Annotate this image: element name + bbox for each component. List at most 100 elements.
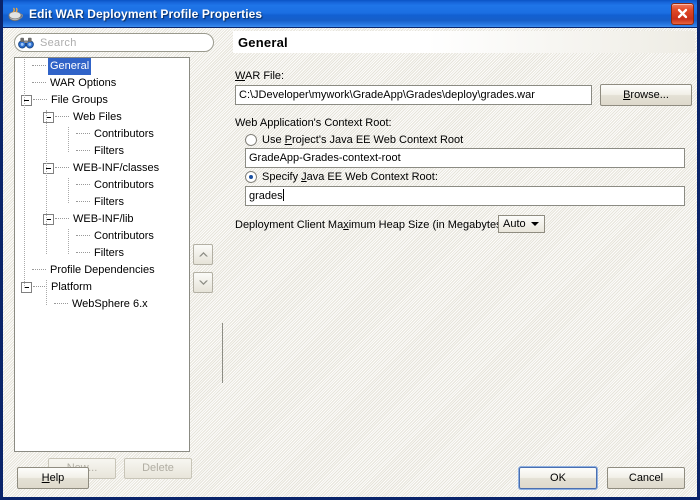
tree-item-platform[interactable]: Platform (15, 279, 189, 296)
project-context-root-input: GradeApp-Grades-context-root (245, 148, 685, 168)
tree-item-filters[interactable]: Filters (15, 194, 189, 211)
help-button-label: elp (49, 472, 65, 484)
tree-connector-vertical (46, 110, 48, 254)
heap-size-label: Deployment Client Maximum Heap Size (in … (235, 219, 509, 231)
radio-use-project-label: Use Project's Java EE Web Context Root (262, 134, 464, 146)
tree-connector (55, 217, 69, 220)
ok-button[interactable]: OK (519, 467, 597, 489)
tree-collapse-icon[interactable] (43, 111, 54, 123)
tree-item-label: Profile Dependencies (50, 264, 155, 276)
tree-connector (33, 285, 47, 288)
tree-collapse-icon[interactable] (21, 94, 32, 106)
profile-tree[interactable]: General WAR Options File Groups Web Files Co… (14, 57, 190, 452)
cancel-button-label: Cancel (628, 472, 664, 484)
tree-connector (32, 64, 46, 67)
tree-connector (76, 251, 90, 254)
tree-item-label: WAR Options (50, 77, 117, 89)
chevron-down-icon[interactable] (193, 272, 213, 293)
heap-size-value: Auto (503, 218, 526, 230)
specify-context-root-value: grades (249, 190, 283, 202)
search-placeholder: Search (40, 36, 77, 49)
navigation-pane: Search General WAR Options File Groups Web … (3, 28, 217, 497)
tree-item-war-options[interactable]: WAR Options (15, 75, 189, 92)
tree-item-label: Contributors (94, 128, 154, 140)
tree-collapse-icon[interactable] (43, 213, 54, 225)
tree-connector (76, 200, 90, 203)
tree-item-label: Platform (51, 281, 92, 293)
tree-item-contributors[interactable]: Contributors (15, 228, 189, 245)
tree-connector (55, 166, 69, 169)
tree-connector (54, 302, 68, 305)
radio-specify-context-root[interactable]: Specify Java EE Web Context Root: (245, 171, 438, 183)
tree-connector (32, 81, 46, 84)
window-title: Edit WAR Deployment Profile Properties (29, 6, 263, 21)
tree-item-filters[interactable]: Filters (15, 143, 189, 160)
tree-collapse-icon[interactable] (21, 281, 32, 293)
tree-item-label: Contributors (94, 179, 154, 191)
tree-item-contributors[interactable]: Contributors (15, 177, 189, 194)
tree-item-label: Filters (94, 247, 124, 259)
page-title: General (238, 34, 288, 50)
tree-item-label: File Groups (51, 94, 108, 106)
java-coffee-cup-icon (7, 5, 25, 23)
tree-item-filters[interactable]: Filters (15, 245, 189, 262)
tree-connector (55, 115, 69, 118)
tree-item-label: WebSphere 6.x (72, 298, 148, 310)
radio-specify-label: Specify Java EE Web Context Root: (262, 171, 438, 183)
tree-connector-vertical (68, 127, 70, 152)
tree-item-web-inf-classes[interactable]: WEB-INF/classes (15, 160, 189, 177)
tree-item-label: Filters (94, 145, 124, 157)
chevron-up-icon[interactable] (193, 244, 213, 265)
tree-connector-vertical (46, 280, 48, 305)
tree-collapse-icon[interactable] (43, 162, 54, 174)
help-button[interactable]: Help (17, 467, 89, 489)
binoculars-icon (18, 36, 34, 50)
tree-item-label: General (48, 58, 92, 75)
tree-item-web-files[interactable]: Web Files (15, 109, 189, 126)
tree-connector (32, 268, 46, 271)
tree-item-label: WEB-INF/classes (73, 162, 160, 174)
section-header: General (233, 31, 695, 53)
tree-connector (76, 234, 90, 237)
tree-connector (76, 183, 90, 186)
search-input[interactable]: Search (14, 33, 214, 52)
radio-indicator-specify (245, 171, 257, 183)
dialog-footer: Help OK Cancel (3, 458, 697, 497)
close-icon[interactable] (671, 3, 694, 25)
text-caret (282, 189, 284, 201)
tree-connector (76, 132, 90, 135)
tree-connector-vertical (68, 178, 70, 203)
tree-item-websphere-6-x[interactable]: WebSphere 6.x (15, 296, 189, 313)
chevron-down-icon (530, 222, 539, 226)
war-file-label: WAR File: (235, 70, 285, 82)
war-file-label-rest: AR File: (244, 70, 285, 82)
dialog-window: Edit WAR Deployment Profile Properties S… (0, 0, 700, 500)
tree-item-general[interactable]: General (15, 58, 189, 75)
heap-size-select[interactable]: Auto (498, 215, 545, 233)
context-root-label: Web Application's Context Root: (235, 117, 392, 129)
radio-use-project-context-root[interactable]: Use Project's Java EE Web Context Root (245, 134, 463, 146)
radio-indicator-project (245, 134, 257, 146)
tree-item-label: Web Files (73, 111, 122, 123)
browse-button-label: rowse... (630, 89, 669, 101)
pane-splitter[interactable] (222, 28, 226, 483)
ok-button-label: OK (550, 472, 566, 484)
tree-item-label: Contributors (94, 230, 154, 242)
tree-connector-vertical (24, 59, 26, 288)
cancel-button[interactable]: Cancel (607, 467, 685, 489)
title-bar[interactable]: Edit WAR Deployment Profile Properties (3, 0, 697, 28)
settings-pane: General WAR File: C:\JDeveloper\mywork\G… (231, 28, 697, 497)
tree-item-label: WEB-INF/lib (73, 213, 134, 225)
browse-button[interactable]: Browse... (600, 84, 692, 106)
tree-item-file-groups[interactable]: File Groups (15, 92, 189, 109)
tree-connector-vertical (68, 229, 70, 254)
tree-item-profile-dependencies[interactable]: Profile Dependencies (15, 262, 189, 279)
specify-context-root-input[interactable]: grades (245, 186, 685, 206)
dialog-body: Search General WAR Options File Groups Web … (3, 28, 697, 497)
tree-item-label: Filters (94, 196, 124, 208)
war-file-input[interactable]: C:\JDeveloper\mywork\GradeApp\Grades\dep… (235, 85, 592, 105)
tree-connector (76, 149, 90, 152)
tree-item-contributors[interactable]: Contributors (15, 126, 189, 143)
tree-connector (33, 98, 47, 101)
tree-item-web-inf-lib[interactable]: WEB-INF/lib (15, 211, 189, 228)
